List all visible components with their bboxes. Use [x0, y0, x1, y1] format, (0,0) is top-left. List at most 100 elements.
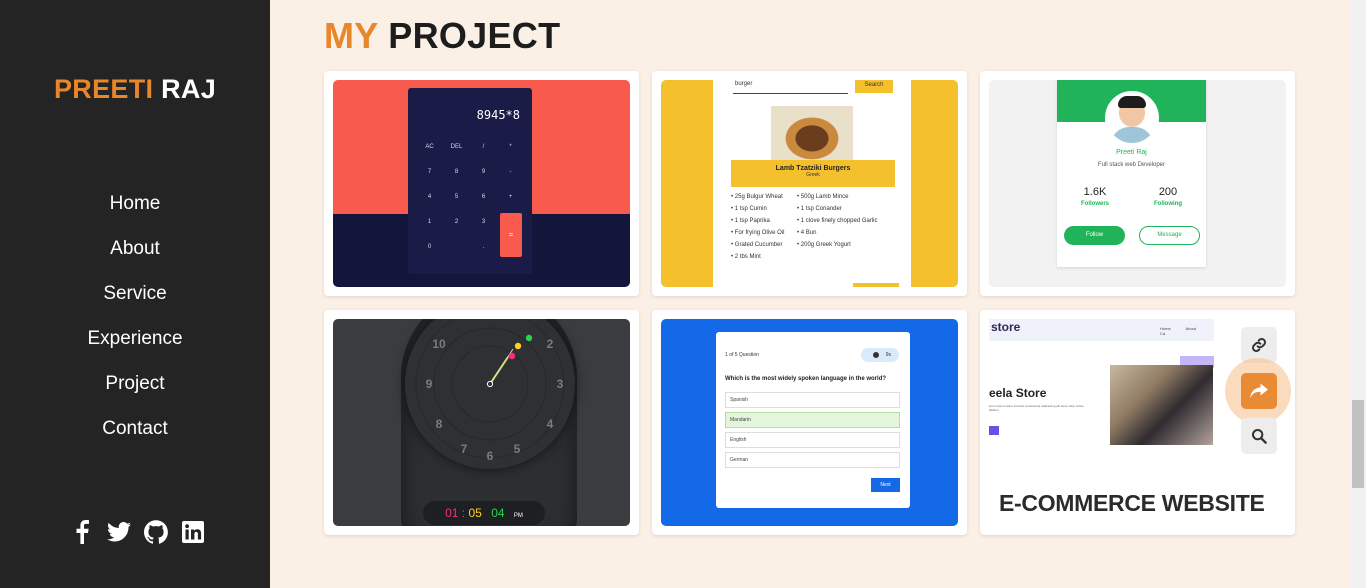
calc-key: 1	[427, 219, 432, 225]
clock-number: 11	[463, 319, 479, 321]
quiz-option-selected: Mandarin	[725, 412, 900, 428]
calc-key: -	[509, 169, 512, 175]
recipe-title-box: Lamb Tzatziki Burgers Greek	[731, 160, 895, 187]
avatar	[1105, 91, 1159, 145]
clock-separator: :	[461, 506, 466, 520]
ecommerce-nav-links: Home About Ca	[1160, 326, 1197, 336]
scrollbar-thumb[interactable]	[1352, 400, 1364, 488]
nav-item-label[interactable]: Project	[105, 373, 164, 394]
project-card-profile[interactable]: Preeti Raj Full stack web Developer 1.6K…	[980, 71, 1295, 296]
profile-card: Preeti Raj Full stack web Developer 1.6K…	[1057, 80, 1206, 267]
nav-item-label[interactable]: Service	[103, 283, 166, 304]
ecommerce-hero-button	[989, 426, 999, 435]
quiz-question: Which is the most widely spoken language…	[725, 376, 887, 382]
profile-role: Full stack web Developer	[1097, 162, 1166, 168]
project-title: E-COMMERCE WEBSITE	[999, 490, 1265, 516]
ingredient-item: 1 tsp Cumin	[731, 206, 797, 212]
digital-clock: 01 : 05 04 PM	[423, 501, 545, 525]
calc-key: .	[482, 244, 485, 250]
recipe-search-input: burger	[733, 80, 848, 94]
nav-item-about[interactable]: About	[0, 235, 270, 280]
nav-item-home[interactable]: Home	[0, 190, 270, 235]
ingredient-item: 1 tsp Coriander	[797, 206, 909, 212]
quiz-counter: 1 of 5 Question	[725, 352, 759, 358]
calc-key: 2	[454, 219, 459, 225]
burger-image	[771, 106, 853, 160]
nav-item-label[interactable]: About	[110, 238, 160, 259]
clock-number: 9	[425, 377, 433, 391]
ingredient-item: 1 tsp Paprika	[731, 218, 797, 224]
nav-item-service[interactable]: Service	[0, 280, 270, 325]
project-card-ecommerce[interactable]: store Home About Ca eela Store lorem ips…	[980, 310, 1295, 535]
calc-key: 8	[454, 169, 459, 175]
calc-key: 3	[481, 219, 486, 225]
sidebar: PREETI RAJ Home About Service Experience…	[0, 0, 270, 588]
nav-item-label[interactable]: Contact	[102, 418, 167, 439]
profile-name: Preeti Raj	[1116, 149, 1147, 156]
clock-number: 7	[460, 442, 468, 456]
linkedin-icon[interactable]	[181, 519, 205, 545]
nav-item-label[interactable]: Experience	[87, 328, 182, 349]
project-card-recipe[interactable]: burger Search Lamb Tzatziki Burgers Gree…	[652, 71, 967, 296]
following-stat: 200 Following	[1138, 186, 1198, 207]
clock-number: 2	[546, 337, 554, 351]
ingredient-item: 25g Bulgur Wheat	[731, 194, 797, 200]
calculator-body: 8945*8 AC DEL / * 7 8 9 - 4 5 6 + 1 2 3 …	[408, 88, 532, 274]
timer-icon	[873, 352, 879, 358]
calc-key: AC	[425, 144, 434, 150]
follow-button: Follow	[1064, 226, 1125, 245]
followers-count: 1.6K	[1083, 186, 1107, 198]
clock-hours: 01	[445, 506, 459, 520]
quiz-card: 1 of 5 Question 9s Which is the most wid…	[716, 332, 910, 508]
recipe-page: burger Search Lamb Tzatziki Burgers Gree…	[713, 80, 911, 287]
search-icon[interactable]	[1241, 418, 1277, 454]
calc-key: +	[508, 194, 513, 200]
avatar-body	[1111, 127, 1153, 143]
clock-number: 1	[514, 319, 530, 321]
project-card-clock[interactable]: 11 12 1 10 2 9 3 8 4 7 6 5 01 : 05 04 PM	[324, 310, 639, 535]
message-button: Message	[1139, 226, 1200, 245]
calc-key	[443, 240, 470, 254]
page-scrollbar[interactable]	[1350, 0, 1366, 588]
calc-key: 0	[427, 244, 432, 250]
calc-key: DEL	[450, 144, 463, 150]
recipe-footer-bar	[853, 283, 899, 287]
calc-key: 9	[481, 169, 486, 175]
share-icon[interactable]	[1241, 373, 1277, 409]
clock-number: 5	[513, 442, 521, 456]
ingredient-list: 25g Bulgur Wheat 500g Lamb Mince 1 tsp C…	[731, 194, 909, 260]
nav-item-experience[interactable]: Experience	[0, 325, 270, 370]
clock-face: 11 12 1 10 2 9 3 8 4 7 6 5	[405, 319, 575, 469]
clock-number: 4	[546, 417, 554, 431]
quiz-timer-value: 9s	[885, 352, 891, 358]
calculator-preview: 8945*8 AC DEL / * 7 8 9 - 4 5 6 + 1 2 3 …	[333, 80, 630, 287]
clock-number: 8	[435, 417, 443, 431]
quiz-option: German	[725, 452, 900, 468]
ingredient-item: 500g Lamb Mince	[797, 194, 909, 200]
brand-logo[interactable]: PREETI RAJ	[0, 74, 270, 105]
ingredient-item: Grated Cucumber	[731, 242, 797, 248]
recipe-search-button: Search	[855, 80, 893, 93]
ecommerce-preview: store Home About Ca eela Store lorem ips…	[989, 319, 1214, 459]
recipe-cuisine: Greek	[806, 172, 820, 178]
calc-key: 5	[454, 194, 459, 200]
social-links	[70, 519, 205, 545]
quiz-option: Spanish	[725, 392, 900, 408]
github-icon[interactable]	[144, 519, 168, 545]
nav-item-contact[interactable]: Contact	[0, 415, 270, 460]
quiz-option: English	[725, 432, 900, 448]
twitter-icon[interactable]	[107, 519, 131, 545]
calc-key: *	[509, 144, 512, 150]
project-card-calculator[interactable]: 8945*8 AC DEL / * 7 8 9 - 4 5 6 + 1 2 3 …	[324, 71, 639, 296]
page-title: MY PROJECT	[324, 15, 560, 57]
clock-number: 10	[432, 337, 446, 351]
project-card-quiz[interactable]: 1 of 5 Question 9s Which is the most wid…	[652, 310, 967, 535]
quiz-next-button: Next	[871, 478, 900, 492]
avatar-hair	[1118, 96, 1146, 108]
ingredient-item: 4 Bun	[797, 230, 909, 236]
nav-item-project[interactable]: Project	[0, 370, 270, 415]
nav-item-label[interactable]: Home	[110, 193, 161, 214]
nav-menu: Home About Service Experience Project Co…	[0, 190, 270, 460]
clock-preview: 11 12 1 10 2 9 3 8 4 7 6 5 01 : 05 04 PM	[333, 319, 630, 526]
facebook-icon[interactable]	[70, 519, 94, 545]
